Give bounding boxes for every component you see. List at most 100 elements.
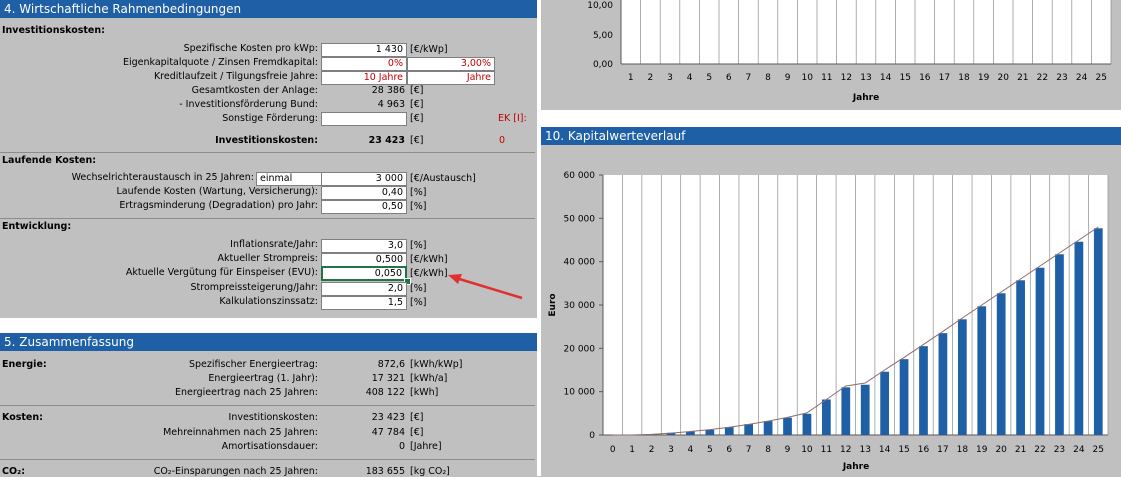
energy-unit-2: [kWh] xyxy=(410,387,439,398)
dev-input-1[interactable]: 0,500 xyxy=(321,253,407,267)
inverter-replacement-select[interactable]: einmal xyxy=(256,172,322,186)
top-x-tick-label: 3 xyxy=(667,73,673,83)
main-y-tick-label: 30 000 xyxy=(564,301,596,311)
top-x-tick-label: 9 xyxy=(785,73,791,83)
right-pane: 10,00 5,00 0,00 1 2 3 4 5 6 7 8 9 10 11 12 13 14 15 16 17 1… xyxy=(541,0,1121,476)
main-x-tick-label: 24 xyxy=(1073,445,1085,455)
bar-year-11 xyxy=(821,399,831,435)
main-x-tick-label: 14 xyxy=(879,445,891,455)
co2-heading: CO₂: xyxy=(2,466,26,477)
bar-year-17 xyxy=(938,333,948,435)
top-x-tick-label: 17 xyxy=(939,73,950,83)
bar-year-7 xyxy=(744,424,754,435)
dev-input-0[interactable]: 3,0 xyxy=(321,239,407,253)
top-y-tick-label: 10,00 xyxy=(587,1,613,11)
top-x-tick-label: 14 xyxy=(880,73,892,83)
bar-year-14 xyxy=(880,371,890,435)
energy-label-1: Energieertrag (1. Jahr): xyxy=(208,373,318,384)
other-funding-input[interactable] xyxy=(321,112,407,126)
interest-rate-input[interactable]: 3,00% xyxy=(407,57,495,71)
main-x-tick-label: 3 xyxy=(668,445,674,455)
chart-ylabel: Euro xyxy=(548,293,558,316)
bar-year-13 xyxy=(860,384,870,435)
main-x-tick-label: 10 xyxy=(801,445,813,455)
main-y-tick-label: 20 000 xyxy=(564,344,596,354)
energy-value-0: 872,6 xyxy=(377,359,405,370)
separator xyxy=(0,459,535,460)
running-input-0[interactable]: 3 000 xyxy=(321,172,407,186)
energy-label-0: Spezifischer Energieertrag: xyxy=(188,359,318,370)
top-x-tick-label: 8 xyxy=(765,73,771,83)
main-x-tick-label: 17 xyxy=(937,445,948,455)
section4-title: 4. Wirtschaftliche Rahmenbedingungen xyxy=(4,2,242,16)
dev-unit-3: [%] xyxy=(410,283,427,294)
invest-unit-5: [€] xyxy=(410,113,424,124)
invest-heading: Investitionskosten: xyxy=(2,25,105,36)
dev-input-4[interactable]: 1,5 xyxy=(321,296,407,310)
ek-value: 0 xyxy=(499,135,506,146)
invest-label-4: - Investitionsförderung Bund: xyxy=(179,99,318,110)
top-x-tick-label: 1 xyxy=(628,73,634,83)
main-x-tick-label: 7 xyxy=(746,445,752,455)
bar-year-24 xyxy=(1074,241,1084,435)
costs-unit-2: [Jahre] xyxy=(410,441,442,452)
dev-unit-4: [%] xyxy=(410,297,427,308)
section5-header: 5. Zusammenfassung xyxy=(0,333,537,351)
running-unit-0: [€/Austausch] xyxy=(410,173,476,184)
top-x-tick-label: 22 xyxy=(1037,73,1048,83)
section10-title: 10. Kapitalwerteverlauf xyxy=(545,129,686,143)
running-input-2[interactable]: 0,50 xyxy=(321,200,407,214)
main-y-tick-label: 10 000 xyxy=(564,388,596,398)
bar-year-8 xyxy=(763,421,773,435)
gap xyxy=(541,110,1121,128)
bar-year-10 xyxy=(802,413,812,435)
top-chart: 10,005,000,00 1 2 3 4 5 6 7 8 9 10 11 12 13 14 15 16 17 1… xyxy=(541,0,1121,110)
main-x-tick-label: 23 xyxy=(1054,445,1065,455)
running-input-1[interactable]: 0,40 xyxy=(321,186,407,200)
grace-years-input[interactable]: Jahre xyxy=(407,71,495,85)
dev-input-3[interactable]: 2,0 xyxy=(321,282,407,296)
separator xyxy=(0,218,535,219)
invest-label-1: Eigenkapitalquote / Zinsen Fremdkapital: xyxy=(122,57,318,68)
main-y-tick-label: 50 000 xyxy=(564,214,596,224)
top-y-tick-label: 5,00 xyxy=(593,31,613,41)
section4-header: 4. Wirtschaftliche Rahmenbedingungen xyxy=(0,0,537,18)
main-x-tick-label: 8 xyxy=(765,445,771,455)
costs-value-2: 0 xyxy=(398,441,405,452)
top-x-tick-label: 21 xyxy=(1017,73,1028,83)
top-chart-xlabel: Jahre xyxy=(852,93,879,103)
credit-term-input[interactable]: 10 Jahre xyxy=(321,71,407,85)
invest-value-4: 4 963 xyxy=(377,99,405,110)
top-x-tick-label: 19 xyxy=(978,73,990,83)
feed-in-tariff-input[interactable]: 0,050 xyxy=(321,266,407,281)
top-y-tick-label: 0,00 xyxy=(593,60,613,70)
separator xyxy=(0,405,535,406)
co2-unit-0: [kg CO₂] xyxy=(410,466,450,477)
costs-label-1: Mehreinnahmen nach 25 Jahren: xyxy=(163,427,318,438)
main-x-tick-label: 6 xyxy=(726,445,732,455)
invest-value-6: 23 423 xyxy=(368,135,405,146)
capital-value-chart: 0 10 000 20 000 30 000 40 000 50 000 60 000 0 1… xyxy=(548,171,1109,472)
dev-label-0: Inflationsrate/Jahr: xyxy=(230,239,318,250)
running-label-0: Wechselrichteraustausch in 25 Jahren: xyxy=(71,172,254,183)
invest-label-3: Gesamtkosten der Anlage: xyxy=(191,85,318,96)
costs-heading: Kosten: xyxy=(2,412,43,423)
top-x-tick-label: 5 xyxy=(706,73,712,83)
dev-label-4: Kalkulationszinssatz: xyxy=(219,296,318,307)
invest-label-0: Spezifische Kosten pro kWp: xyxy=(183,43,318,54)
main-x-tick-label: 20 xyxy=(995,445,1007,455)
costs-value-0: 23 423 xyxy=(371,412,405,423)
top-x-tick-label: 23 xyxy=(1056,73,1067,83)
invest-input-0[interactable]: 1 430 xyxy=(321,43,407,57)
bar-year-16 xyxy=(919,346,928,435)
running-unit-2: [%] xyxy=(410,201,427,212)
running-heading: Laufende Kosten: xyxy=(2,155,97,166)
section10-header: 10. Kapitalwerteverlauf xyxy=(541,127,1121,145)
invest-unit-6: [€] xyxy=(410,135,424,146)
left-pane: 4. Wirtschaftliche Rahmenbedingungen Inv… xyxy=(0,0,537,477)
running-unit-1: [%] xyxy=(410,187,427,198)
equity-ratio-input[interactable]: 0% xyxy=(321,57,407,71)
top-x-tick-label: 13 xyxy=(860,73,871,83)
invest-label-5: Sonstige Förderung: xyxy=(222,113,318,124)
main-y-tick-label: 0 xyxy=(589,431,595,441)
